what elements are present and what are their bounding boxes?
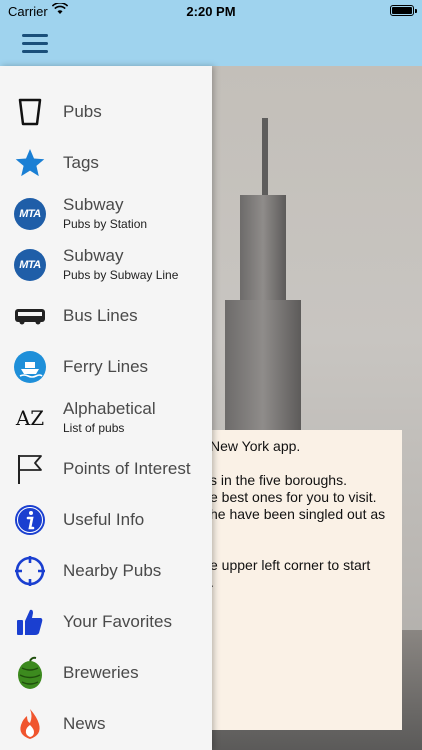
menu-item-pubs[interactable]: Pubs (0, 87, 212, 137)
menu-item-sublabel: List of pubs (63, 421, 125, 435)
menu-item-label: Alphabetical (63, 399, 156, 418)
navigation-bar (0, 22, 422, 66)
menu-item-points-of-interest[interactable]: Points of Interest (0, 444, 212, 494)
menu-item-sublabel: Pubs by Subway Line (63, 268, 179, 282)
menu-item-label: Points of Interest (63, 459, 191, 478)
menu-item-useful-info[interactable]: Useful Info (0, 495, 212, 545)
alphabetical-icon: AZ (15, 406, 45, 430)
tower-upper (240, 195, 286, 315)
side-drawer: Pubs Tags MTA Subway Pubs by Station MTA… (0, 66, 212, 750)
intro-line: e upper left corner to start (212, 557, 371, 573)
mta-logo-icon: MTA (12, 247, 48, 283)
hamburger-menu-icon[interactable] (20, 31, 52, 57)
menu-item-tags[interactable]: Tags (0, 138, 212, 188)
menu-item-label: Pubs (63, 102, 102, 121)
menu-item-alphabetical[interactable]: AZ Alphabetical List of pubs (0, 393, 212, 443)
menu-item-label: Tags (63, 153, 99, 172)
intro-line: New York app. (212, 438, 301, 454)
menu-item-label: Subway (63, 195, 124, 214)
menu-item-sublabel: Pubs by Station (63, 217, 148, 231)
menu-item-label: Subway (63, 246, 124, 265)
flame-icon (12, 706, 48, 742)
menu-item-news[interactable]: News (0, 699, 212, 749)
bus-icon (12, 298, 48, 334)
flag-icon (12, 451, 48, 487)
status-bar: Carrier 2:20 PM (0, 0, 422, 22)
info-icon (12, 502, 48, 538)
menu-item-favorites[interactable]: Your Favorites (0, 597, 212, 647)
intro-line: . (212, 574, 214, 591)
menu-item-label: Breweries (63, 663, 139, 682)
intro-line: s in the five boroughs. (212, 472, 347, 488)
star-icon (12, 145, 48, 181)
battery-icon (390, 5, 417, 16)
menu-item-label: Useful Info (63, 510, 145, 529)
hops-icon (12, 655, 48, 691)
menu-item-label: Ferry Lines (63, 357, 149, 376)
ferry-icon (12, 349, 48, 385)
menu-item-nearby-pubs[interactable]: Nearby Pubs (0, 546, 212, 596)
menu-item-subway-line[interactable]: MTA Subway Pubs by Subway Line (0, 240, 212, 290)
thumbs-up-icon (12, 604, 48, 640)
clock: 2:20 PM (186, 4, 236, 19)
mta-logo-icon: MTA (12, 196, 48, 232)
menu-item-label: Your Favorites (63, 612, 172, 631)
menu-item-label: Nearby Pubs (63, 561, 162, 580)
intro-line: he have been singled out as (212, 506, 386, 522)
menu-item-ferry-lines[interactable]: Ferry Lines (0, 342, 212, 392)
intro-card: New York app. s in the five boroughs. e … (212, 430, 402, 730)
menu-item-breweries[interactable]: Breweries (0, 648, 212, 698)
menu-item-bus-lines[interactable]: Bus Lines (0, 291, 212, 341)
pint-glass-icon (12, 94, 48, 130)
menu-item-subway-station[interactable]: MTA Subway Pubs by Station (0, 189, 212, 239)
crosshair-icon (12, 553, 48, 589)
intro-line: e best ones for you to visit. (212, 489, 377, 505)
menu-item-label: Bus Lines (63, 306, 138, 325)
menu-item-label: News (63, 714, 106, 733)
